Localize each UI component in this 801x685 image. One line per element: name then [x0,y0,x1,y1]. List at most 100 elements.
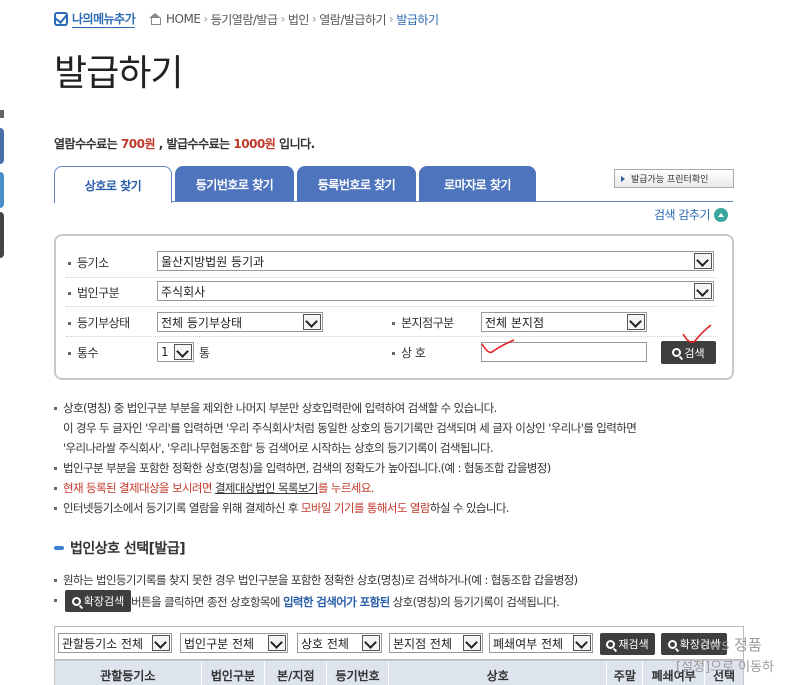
page-title: 발급하기 [54,53,183,94]
chevron-down-icon [174,344,192,360]
corp-type-select[interactable]: 주식회사 [157,281,714,301]
note-item: 법인구분 부분을 포함한 정확한 상호(명칭)을 입력하면, 검색의 정확도가 … [54,460,551,476]
registry-office-label: 등기소 [68,254,109,271]
breadcrumb-home[interactable]: HOME [166,12,201,26]
breadcrumb-registry[interactable]: 등기열람/발급 [211,11,278,28]
watermark-line-2: [설정]으로 이동하 [676,660,774,675]
filter-office-select[interactable]: 관할등기소 전체 [58,633,172,653]
tab-registration-number[interactable]: 등록번호로 찾기 [297,166,416,202]
tab-roman[interactable]: 로마자로 찾기 [419,166,536,202]
left-edge-marker-3 [0,172,4,208]
note-item: 현재 등록된 결제대상을 보시려면 결제대상법인 목록보기를 누르세요. [54,480,374,496]
payment-list-link[interactable]: 결제대상법인 목록보기 [215,481,318,495]
search-icon [606,639,616,649]
section-note-2: 버튼을 클릭하면 종전 상호항목에 입력한 검색어가 포함된 상호(명칭)의 등… [131,594,560,610]
section-note-text: 버튼을 클릭하면 종전 상호항목에 [131,595,283,609]
left-edge-marker-2 [0,128,4,164]
col-corp-type: 법인구분 [202,661,266,685]
section-note-text: 상호(명칭)의 등기기록이 검색됩니다. [389,595,560,609]
filter-branch-select[interactable]: 본지점 전체 [389,633,483,653]
row-divider [66,277,716,278]
copies-label: 통수 [68,344,99,361]
note-item: 상호(명칭) 중 법인구분 부분을 제외한 나머지 부분만 상호입력란에 입력하… [54,400,497,416]
note-item: 이 경우 두 글자인 '우리'를 입력하면 '우리 주식회사'처럼 동일한 상호… [63,420,637,436]
section-bullet-icon [54,546,64,550]
filter-corp-type-select[interactable]: 법인구분 전체 [180,633,288,653]
chevron-up-icon [714,207,729,222]
col-office: 관할등기소 [55,661,202,685]
branch-type-value: 전체 본지점 [485,315,545,330]
research-button[interactable]: 재검색 [600,633,655,655]
registry-status-label: 등기부상태 [68,314,130,331]
note-item: 인터넷등기소에서 등기기록 열람을 위해 결제하신 후 모바일 기기를 통해서도… [54,500,509,516]
search-icon [71,596,81,606]
search-icon [672,348,682,357]
note-item: '우리나라쌀 주식회사', '우리나무협동조합' 등 검색어로 시작하는 상호의… [63,440,494,456]
row-divider [66,336,716,337]
filter-closed-select[interactable]: 폐쇄여부 전체 [489,633,593,653]
chevron-down-icon [573,635,591,651]
registry-office-select[interactable]: 울산지방법원 등기과 [157,251,714,271]
row-divider [66,306,716,307]
filter-office-value: 관할등기소 전체 [62,636,144,651]
collapse-search-toggle[interactable]: 검색 감추기 [654,206,729,223]
section-note-text: 원하는 법인등기기록를 찾지 못한 경우 법인구분을 포함한 정확한 상호(명칭… [63,573,578,587]
my-menu-add-link[interactable]: 나의메뉴추가 [54,10,136,28]
watermark-line-1: ows 정품 [700,636,762,654]
filter-branch-value: 본지점 전체 [393,636,453,651]
red-checkmark-annotation [481,339,515,354]
view-fee: 700원 [120,137,156,151]
chevron-down-icon [152,635,170,651]
tab-trade-name[interactable]: 상호로 찾기 [54,166,172,203]
chevron-down-icon [627,314,645,330]
expand-search-inline-button[interactable]: 확장검색 [65,590,131,612]
note-text: 상호(명칭) 중 법인구분 부분을 제외한 나머지 부분만 상호입력란에 입력하… [63,401,497,415]
section-title-text: 법인상호 선택[발급] [70,541,186,557]
note-text: 모바일 기기를 통해서도 열람 [300,501,431,515]
breadcrumb-corp[interactable]: 법인 [288,11,310,28]
col-registry-number: 등기번호 [327,661,390,685]
note-text: 인터넷등기소에서 등기기록 열람을 위해 결제하신 후 [63,501,301,515]
tab-registry-number[interactable]: 등기번호로 찾기 [175,166,294,202]
branch-type-label: 본지점구분 [392,314,454,331]
chevron-down-icon [694,283,712,299]
section-title: 법인상호 선택[발급] [54,538,186,558]
chevron-down-icon [268,635,286,651]
registry-status-value: 전체 등기부상태 [161,315,243,330]
check-icon [54,12,68,26]
col-branch: 본/지점 [265,661,328,685]
breadcrumb: HOME › 등기열람/발급 › 법인 › 열람/발급하기 › 발급하기 [148,10,439,28]
home-icon [148,13,162,25]
chevron-down-icon [694,253,712,269]
left-edge-marker-1 [0,110,4,118]
fee-prefix: 열람수수료는 [54,137,118,151]
section-note: 원하는 법인등기기록를 찾지 못한 경우 법인구분을 포함한 정확한 상호(명칭… [54,572,578,588]
copies-select[interactable]: 1 [157,342,194,362]
left-edge-marker-4 [0,212,4,258]
filter-name-select[interactable]: 상호 전체 [297,633,382,653]
breadcrumb-current: 발급하기 [396,12,439,27]
note-text: 를 누르세요. [317,481,375,495]
trade-name-label: 상 호 [392,344,426,361]
registry-status-select[interactable]: 전체 등기부상태 [157,312,323,332]
copies-value: 1 [161,345,169,359]
chevron-down-icon [362,635,380,651]
printer-check-label: 발급가능 프린터확인 [631,175,709,185]
branch-type-select[interactable]: 전체 본지점 [481,312,647,332]
filter-corp-type-value: 법인구분 전체 [184,636,255,651]
breadcrumb-view-issue[interactable]: 열람/발급하기 [319,11,386,28]
corp-type-label: 법인구분 [68,284,120,301]
red-checkmark-annotation [682,324,712,344]
chevron-down-icon [463,635,481,651]
fee-suffix: 입니다. [279,137,315,151]
note-text: '우리나라쌀 주식회사', '우리나무협동조합' 등 검색어로 시작하는 상호의… [63,441,494,455]
filter-name-value: 상호 전체 [301,636,349,651]
search-icon [667,639,677,649]
results-table-header: 관할등기소 법인구분 본/지점 등기번호 상호 주말 폐쇄여부 선택 [54,660,744,685]
col-weekend: 주말 [607,661,644,685]
note-text: 하실 수 있습니다. [429,501,510,515]
note-text: 법인구분 부분을 포함한 정확한 상호(명칭)을 입력하면, 검색의 정확도가 … [63,461,551,475]
registry-office-value: 울산지방법원 등기과 [161,254,265,269]
col-trade-name: 상호 [389,661,608,685]
printer-check-button[interactable]: 발급가능 프린터확인 [614,169,734,188]
